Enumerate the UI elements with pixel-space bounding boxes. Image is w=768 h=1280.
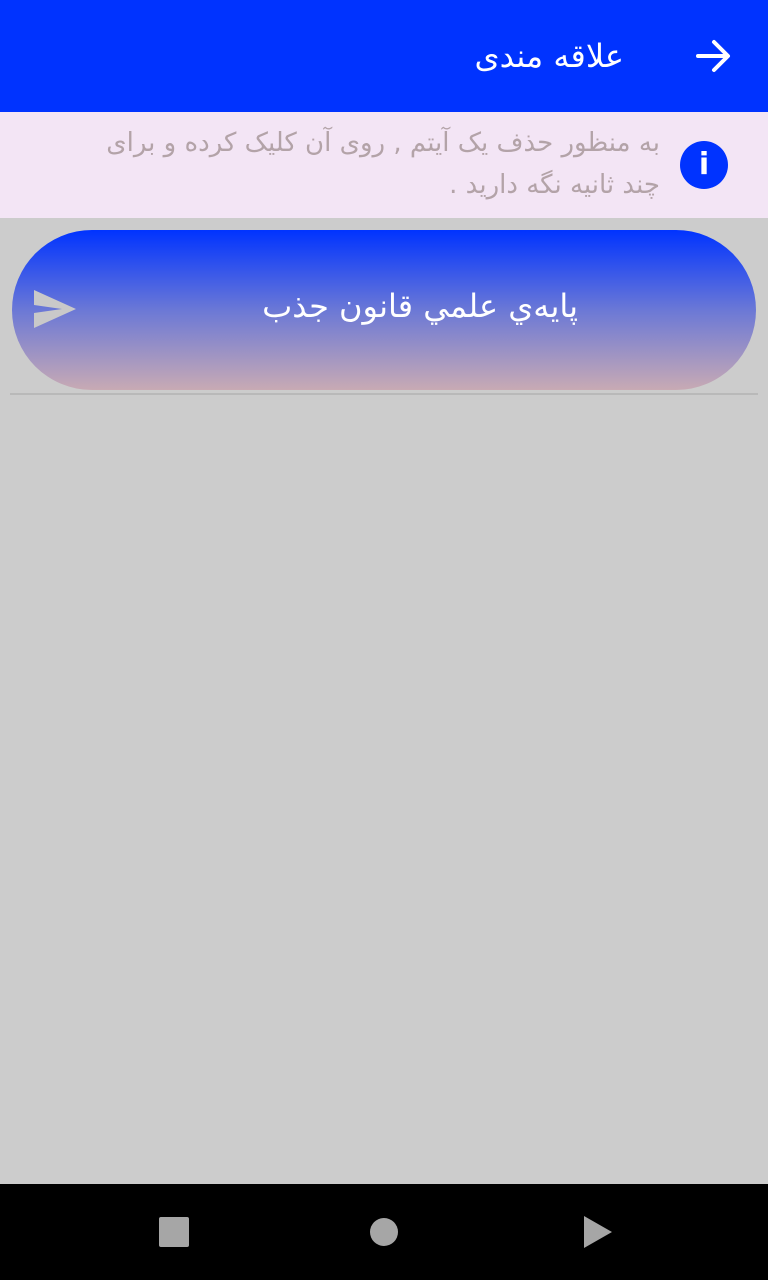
screen: علاقه مندی i به منظور حذف یک آیتم , روی … xyxy=(0,0,768,1280)
home-circle-icon xyxy=(370,1218,398,1246)
arrow-right-icon xyxy=(696,40,730,72)
back-button[interactable] xyxy=(688,30,740,82)
system-nav-bar xyxy=(0,1184,768,1280)
home-button[interactable] xyxy=(354,1202,414,1262)
send-icon xyxy=(34,290,76,328)
back-triangle-icon xyxy=(584,1216,612,1248)
recents-square-icon xyxy=(159,1217,189,1247)
page-title: علاقه مندی xyxy=(474,37,624,75)
info-icon: i xyxy=(680,141,728,189)
favorite-item-label: پايه‌ي علمي قانون جذب xyxy=(262,287,578,325)
recents-button[interactable] xyxy=(144,1202,204,1262)
info-banner: i به منظور حذف یک آیتم , روی آن کلیک کرد… xyxy=(0,112,768,218)
back-nav-button[interactable] xyxy=(568,1202,628,1262)
info-message: به منظور حذف یک آیتم , روی آن کلیک کرده … xyxy=(106,128,660,200)
favorite-item[interactable]: پايه‌ي علمي قانون جذب xyxy=(12,230,756,390)
list-divider xyxy=(10,393,758,395)
app-bar: علاقه مندی xyxy=(0,0,768,112)
